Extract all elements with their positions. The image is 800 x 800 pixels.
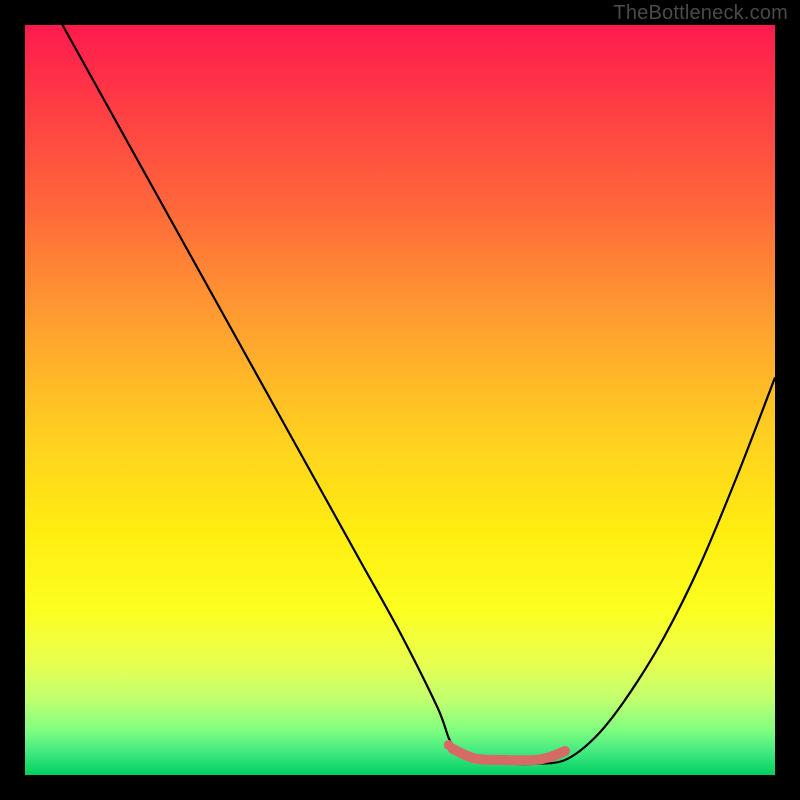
optimal-band	[453, 749, 566, 761]
chart-curve	[63, 25, 776, 764]
optimal-dot	[444, 740, 454, 750]
plot-area	[25, 25, 775, 775]
credit-label: TheBottleneck.com	[613, 2, 788, 25]
chart-svg	[25, 25, 775, 775]
chart-frame: TheBottleneck.com	[0, 0, 800, 800]
